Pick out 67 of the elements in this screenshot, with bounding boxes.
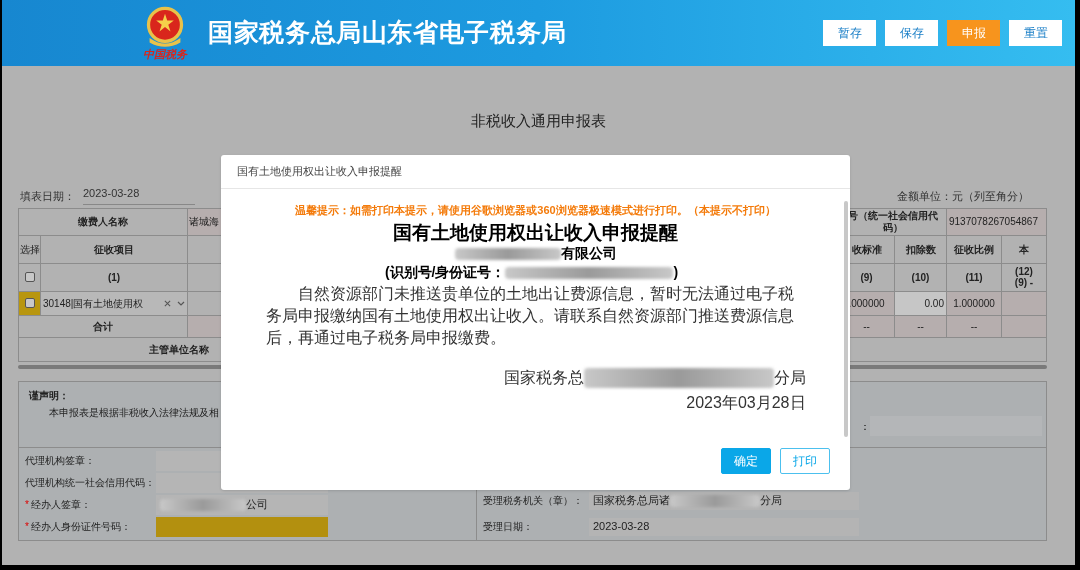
- logo-caption: 中国税务: [143, 49, 187, 61]
- input-field[interactable]: 2023-03-28: [589, 517, 859, 536]
- column-header: 扣除数: [895, 235, 947, 264]
- issuer-text: 国家税务总: [503, 367, 584, 388]
- column-header: 选择: [19, 235, 41, 264]
- id-label: (识别号/身份证号：: [384, 263, 506, 282]
- field-label: 经办人签章：: [30, 498, 91, 512]
- company-name: 有限公司: [560, 244, 617, 263]
- table-cell: 0.00: [895, 291, 947, 316]
- column-index: (10): [911, 271, 930, 283]
- field-value: 公司: [246, 497, 268, 513]
- table-cell: --: [947, 315, 1002, 338]
- column-header: 征收项目: [41, 235, 188, 264]
- declaration-heading: 谨声明：: [29, 388, 70, 403]
- column-header: (1): [41, 263, 188, 292]
- table-cell: [188, 315, 222, 338]
- notice-body: 自然资源部门未推送贵单位的土地出让费源信息，暂时无法通过电子税务局申报缴纳国有土地使用权出让收入。请联系自然资源部门推送费源信息后，再通过电子税务局申报缴费。: [265, 283, 795, 348]
- notice-text: 温馨提示：如需打印本提示，请使用谷歌浏览器或360浏览器极速模式进行打印。（本提示不打印）: [295, 203, 776, 218]
- table-cell: --: [895, 315, 947, 338]
- column-formula: (9) -: [1014, 277, 1034, 288]
- field-label: 受理税务机关（章）：: [483, 494, 584, 508]
- checkbox[interactable]: [24, 272, 35, 282]
- checkbox[interactable]: [24, 298, 35, 308]
- field-value: 国家税务总局诸: [593, 493, 670, 509]
- dialog-button[interactable]: 确定: [721, 448, 771, 474]
- field-label: 代理机构签章：: [25, 454, 95, 468]
- toolbar-button[interactable]: 重置: [1009, 20, 1062, 46]
- column-index: (12): [1015, 266, 1033, 277]
- field-value: 分局: [760, 493, 782, 509]
- input-field[interactable]: 国家税务总局诸 分局: [589, 491, 859, 510]
- amount-unit: 金额单位：元（列至角分）: [897, 189, 1029, 204]
- item-select[interactable]: 30148|国有土地使用权: [41, 291, 188, 316]
- field-value: 2023-03-28: [593, 519, 650, 535]
- table-cell: 诸城海: [188, 208, 222, 236]
- toolbar-button[interactable]: 保存: [885, 20, 938, 46]
- column-index: (9): [860, 271, 873, 283]
- form-title: 非税收入通用申报表: [470, 111, 607, 131]
- field-label: ：: [860, 419, 870, 434]
- column-header: 征收比例: [947, 235, 1002, 264]
- dialog-button[interactable]: 打印: [780, 448, 830, 474]
- dialog-title: 国有土地使用权出让收入申报提醒: [221, 155, 850, 189]
- declaration-text: 本申报表是根据非税收入法律法规及相: [48, 405, 220, 420]
- site-title: 国家税务总局山东省电子税务局: [208, 17, 567, 49]
- date-value: 2023-03-28: [83, 185, 195, 205]
- field-label: 代理机构统一社会信用代码：: [25, 476, 155, 490]
- notice-date: 2023年03月28日: [686, 392, 806, 413]
- column-header: 本: [1002, 235, 1047, 264]
- table-cell: [1002, 315, 1047, 338]
- issuer-text: 分局: [773, 367, 806, 388]
- field-label: 经办人身份证件号码：: [30, 520, 131, 534]
- select-value: 30148|国有土地使用权: [43, 296, 144, 311]
- id-close: ): [673, 263, 679, 282]
- input-field[interactable]: [156, 516, 328, 537]
- row-header: 合计: [19, 315, 188, 338]
- date-label: 填表日期：: [20, 189, 75, 204]
- notice-heading: 国有土地使用权出让收入申报提醒: [393, 220, 678, 245]
- required-mark: *: [25, 498, 29, 512]
- clear-icon[interactable]: [164, 299, 171, 307]
- input-field[interactable]: 公司: [156, 494, 328, 515]
- required-mark: *: [25, 520, 29, 534]
- field-label: 受理日期：: [483, 520, 534, 534]
- column-index: (11): [965, 271, 983, 283]
- table-cell: 1.000000: [947, 291, 1002, 316]
- chevron-down-icon[interactable]: [177, 300, 185, 306]
- table-cell: 9137078267054867: [947, 208, 1047, 236]
- toolbar-button[interactable]: 暂存: [823, 20, 876, 46]
- scrollbar[interactable]: [844, 201, 848, 437]
